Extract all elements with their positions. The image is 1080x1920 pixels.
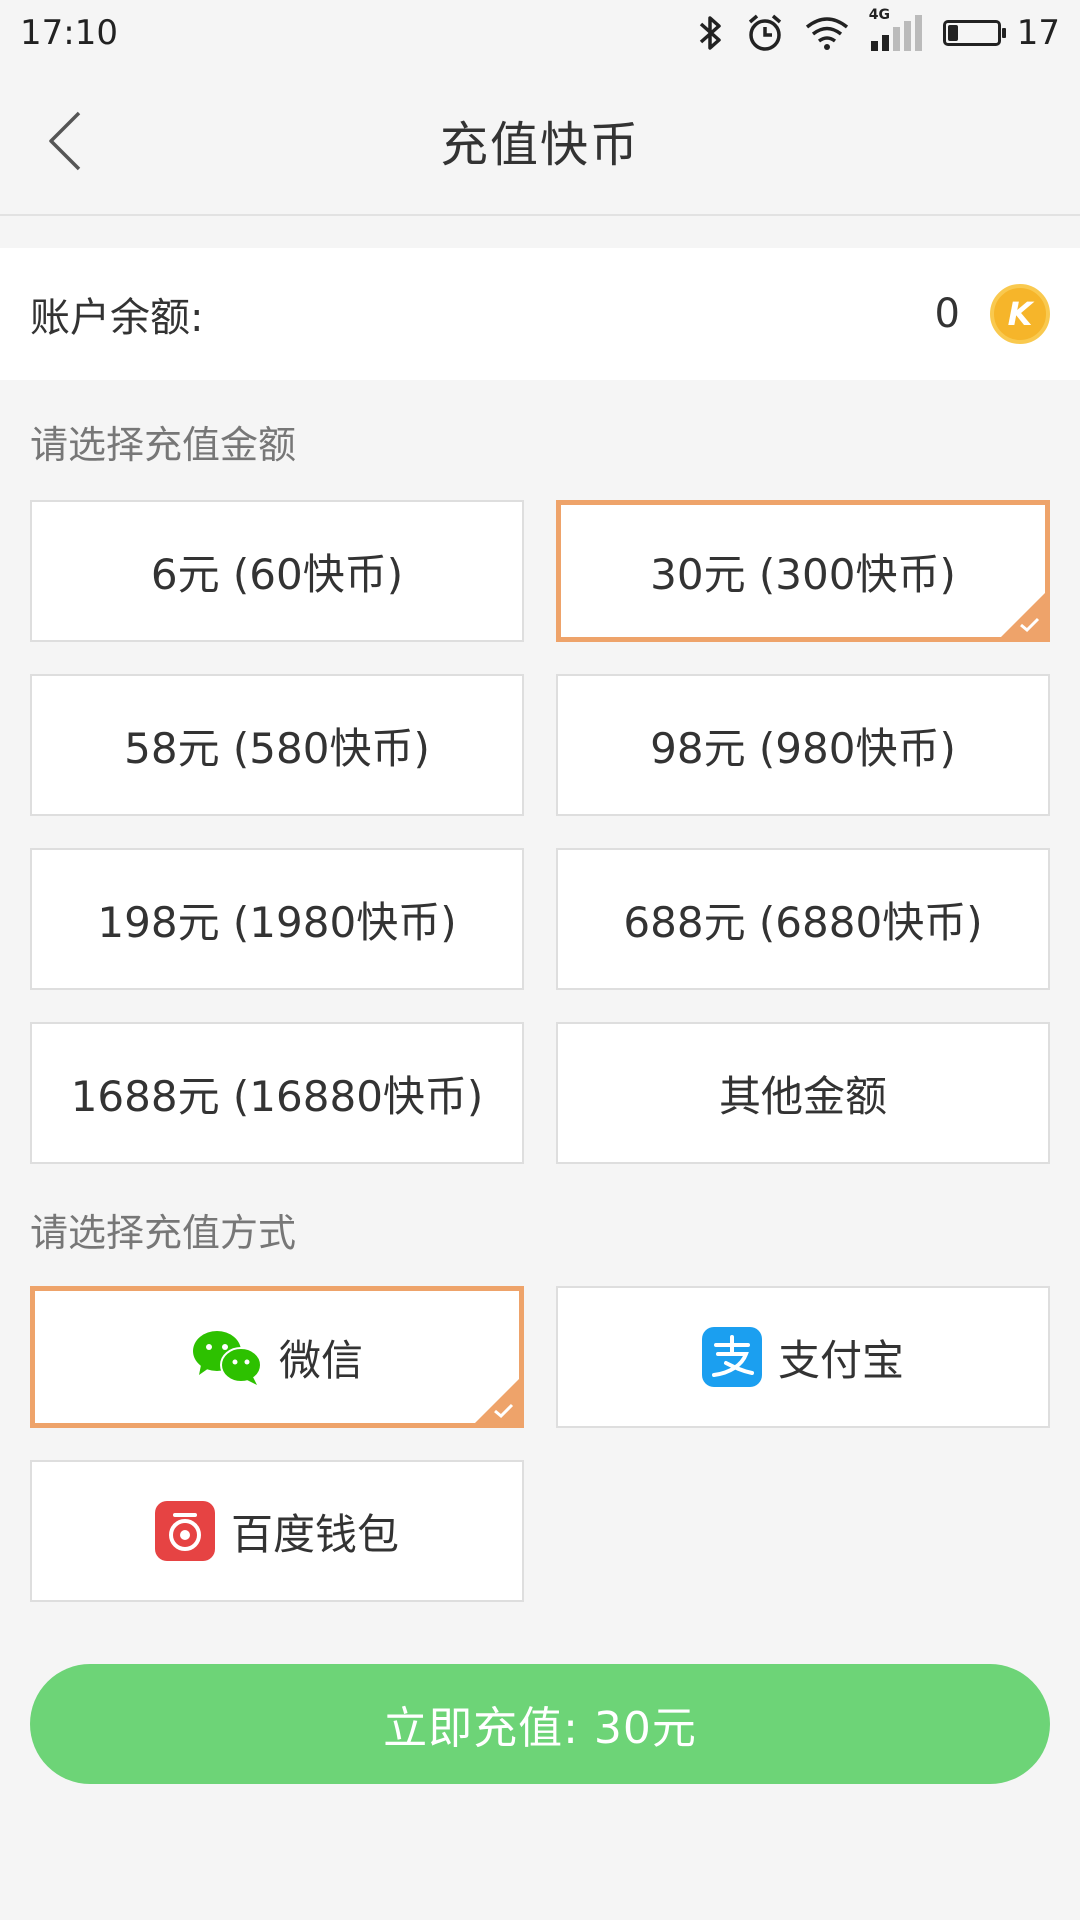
back-button[interactable]	[30, 106, 100, 176]
amount-option-688[interactable]: 688元 (6880快币)	[556, 848, 1050, 990]
amount-option-label: 198元 (1980快币)	[97, 897, 457, 947]
payment-option-label: 微信	[278, 1335, 363, 1385]
amount-option-label: 688元 (6880快币)	[623, 897, 983, 947]
payment-option-wechat[interactable]: 微信	[30, 1286, 524, 1428]
coin-letter: K	[1007, 295, 1033, 333]
amount-option-label: 58元 (580快币)	[124, 723, 430, 773]
bluetooth-icon	[697, 14, 725, 52]
recharge-now-button[interactable]: 立即充值: 30元	[30, 1664, 1050, 1784]
wifi-icon	[805, 15, 849, 51]
payment-option-label: 支付宝	[777, 1335, 904, 1385]
amount-option-30[interactable]: 30元 (300快币)	[556, 500, 1050, 642]
coin-icon: K	[990, 284, 1050, 344]
account-balance-row: 账户余额: 0 K	[0, 248, 1080, 380]
amount-option-label: 1688元 (16880快币)	[70, 1071, 484, 1121]
signal-icon: 4G	[869, 7, 923, 51]
payment-option-alipay[interactable]: 支付宝	[556, 1286, 1050, 1428]
battery-indicator: 17	[942, 13, 1060, 53]
amount-option-1688[interactable]: 1688元 (16880快币)	[30, 1022, 524, 1164]
payment-option-label: 百度钱包	[230, 1509, 399, 1559]
selected-check-icon	[1001, 593, 1045, 637]
chevron-left-icon	[49, 111, 81, 171]
baidu-wallet-icon	[154, 1501, 215, 1561]
payment-option-baidu-wallet[interactable]: 百度钱包	[30, 1460, 524, 1602]
amount-option-198[interactable]: 198元 (1980快币)	[30, 848, 524, 990]
selected-check-icon	[475, 1379, 519, 1423]
amount-option-6[interactable]: 6元 (60快币)	[30, 500, 524, 642]
amount-option-58[interactable]: 58元 (580快币)	[30, 674, 524, 816]
battery-level: 17	[1016, 13, 1060, 53]
alipay-icon	[701, 1327, 762, 1387]
amount-option-98[interactable]: 98元 (980快币)	[556, 674, 1050, 816]
page-title: 充值快币	[439, 117, 640, 173]
balance-value: 0	[934, 291, 960, 337]
amount-section-title: 请选择充值金额	[30, 423, 297, 467]
status-bar: 17:10 4G 17	[0, 0, 1080, 66]
payment-section-title: 请选择充值方式	[30, 1211, 297, 1255]
status-time: 17:10	[20, 13, 118, 53]
battery-icon	[942, 20, 1006, 46]
amount-option-label: 其他金额	[718, 1071, 887, 1121]
balance-label: 账户余额:	[30, 295, 204, 341]
amount-option-label: 6元 (60快币)	[150, 549, 404, 599]
nav-header: 充值快币	[0, 66, 1080, 216]
amount-option-label: 30元 (300快币)	[650, 549, 956, 599]
wechat-icon	[191, 1329, 263, 1385]
alarm-icon	[745, 13, 785, 53]
recharge-screen: 17:10 4G 17 充值快币 账户余额: 0 K 请选择充值金额 6元 (6…	[0, 0, 1080, 1920]
network-type: 4G	[868, 7, 890, 23]
amount-option-label: 98元 (980快币)	[650, 723, 956, 773]
amount-option-other[interactable]: 其他金额	[556, 1022, 1050, 1164]
status-icons: 4G 17	[697, 7, 1060, 53]
